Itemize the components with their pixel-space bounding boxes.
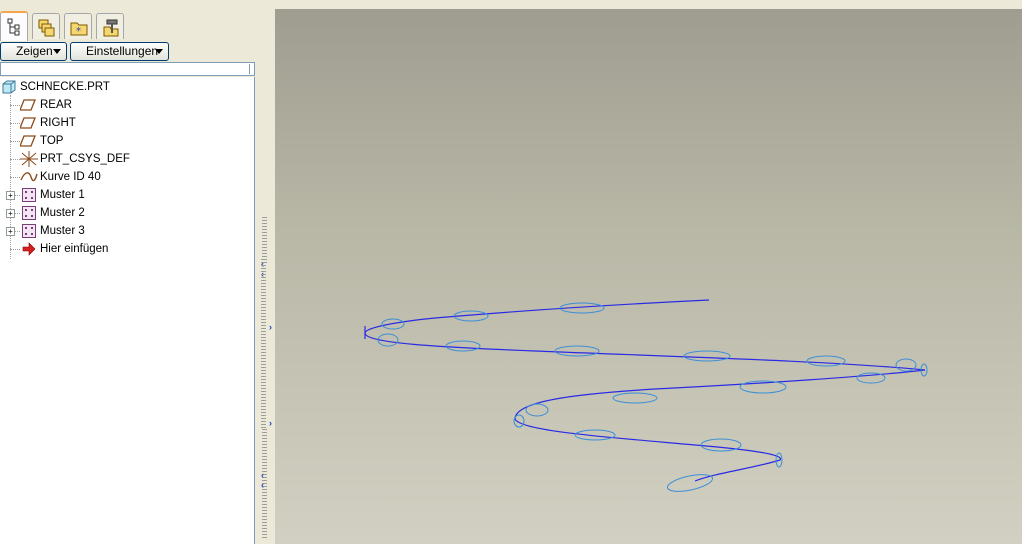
section-ellipse: [574, 429, 616, 441]
chevron-down-icon: [53, 49, 61, 54]
datum-plane-icon: [20, 117, 36, 129]
section-ellipse: [895, 358, 917, 372]
section-ellipse: [700, 438, 742, 452]
settings-dropdown-label: Einstellungen: [86, 44, 159, 58]
section-ellipse: [666, 474, 714, 492]
navigator-panel: * Zeigen Einstellungen SCHNECKE.PRT REAR…: [0, 9, 258, 544]
section-ellipse: [525, 403, 549, 417]
tree-item-label: REAR: [40, 99, 72, 111]
datum-plane-icon: [20, 99, 36, 111]
collapse-left-icon[interactable]: ‹: [261, 480, 264, 490]
favorites-tools-icon: [103, 19, 119, 37]
pro-engineer-window: * Zeigen Einstellungen SCHNECKE.PRT REAR…: [0, 0, 1022, 544]
pattern-icon: [22, 206, 36, 220]
graphics-viewport[interactable]: [275, 9, 1022, 544]
model-tree: SCHNECKE.PRT REAR RIGHT TOP PRT_CSYS_DEF…: [0, 77, 255, 544]
expand-right-icon[interactable]: ›: [269, 322, 272, 332]
part-icon: [2, 80, 16, 94]
tree-item-label: PRT_CSYS_DEF: [40, 153, 130, 165]
tree-guide-line: [10, 177, 20, 178]
panel-splitter[interactable]: ‹ ‹ › › ‹ ‹: [258, 9, 275, 544]
pattern-icon: [22, 224, 36, 238]
layers-icon: [38, 19, 55, 37]
section-ellipse: [445, 340, 481, 352]
tree-guide-line: [10, 249, 20, 250]
helix-curve-drawing: [364, 299, 928, 492]
tree-item-label: Muster 1: [40, 189, 85, 201]
section-ellipse: [513, 414, 525, 428]
tree-item-label: Muster 3: [40, 225, 85, 237]
tree-item-label: Kurve ID 40: [40, 171, 101, 183]
filter-bar-handle: [249, 64, 253, 74]
tree-item-label: TOP: [40, 135, 64, 147]
model-tree-icon: [7, 18, 20, 36]
tab-favorites-tools[interactable]: [96, 13, 124, 39]
tree-guide-line: [10, 123, 20, 124]
collapse-left-icon[interactable]: ‹: [261, 470, 264, 480]
section-ellipse: [806, 355, 846, 367]
navigator-toolbar: Zeigen Einstellungen: [0, 41, 258, 63]
settings-dropdown-button[interactable]: Einstellungen: [70, 42, 169, 61]
expand-toggle[interactable]: +: [6, 191, 15, 200]
splitter-grip: [262, 217, 267, 265]
chevron-down-icon: [155, 49, 163, 54]
tree-guide-line: [10, 105, 20, 106]
curve-icon: [20, 172, 38, 182]
section-ellipses: [377, 302, 928, 492]
expand-right-icon[interactable]: ›: [269, 418, 272, 428]
section-ellipse: [856, 372, 886, 384]
tree-root-label: SCHNECKE.PRT: [20, 81, 110, 93]
tab-folder-browser[interactable]: *: [64, 13, 92, 39]
coordinate-system-icon: [20, 151, 38, 167]
tab-layers[interactable]: [32, 13, 60, 39]
splitter-grip: [261, 259, 266, 429]
tab-model-tree[interactable]: [0, 11, 28, 41]
section-ellipse: [554, 345, 600, 357]
expand-toggle[interactable]: +: [6, 227, 15, 236]
folder-browser-icon: *: [70, 22, 88, 37]
pattern-icon: [22, 188, 36, 202]
svg-text:*: *: [76, 26, 81, 37]
tree-item-label: Hier einfügen: [40, 243, 109, 255]
tree-item-label: RIGHT: [40, 117, 76, 129]
expand-toggle[interactable]: +: [6, 209, 15, 218]
tree-item-label: Muster 2: [40, 207, 85, 219]
insert-here-arrow-icon: [22, 242, 36, 256]
show-dropdown-button[interactable]: Zeigen: [0, 42, 67, 61]
section-ellipse: [683, 350, 731, 362]
tree-filter-bar[interactable]: [0, 62, 255, 76]
window-top-strip: [0, 0, 1022, 9]
show-dropdown-label: Zeigen: [16, 44, 53, 58]
helix-curve: [364, 299, 926, 482]
navigator-tabs: *: [0, 11, 258, 41]
section-ellipse: [612, 392, 658, 404]
tree-guide-line: [10, 159, 20, 160]
datum-plane-icon: [20, 135, 36, 147]
tree-guide-line: [10, 141, 20, 142]
